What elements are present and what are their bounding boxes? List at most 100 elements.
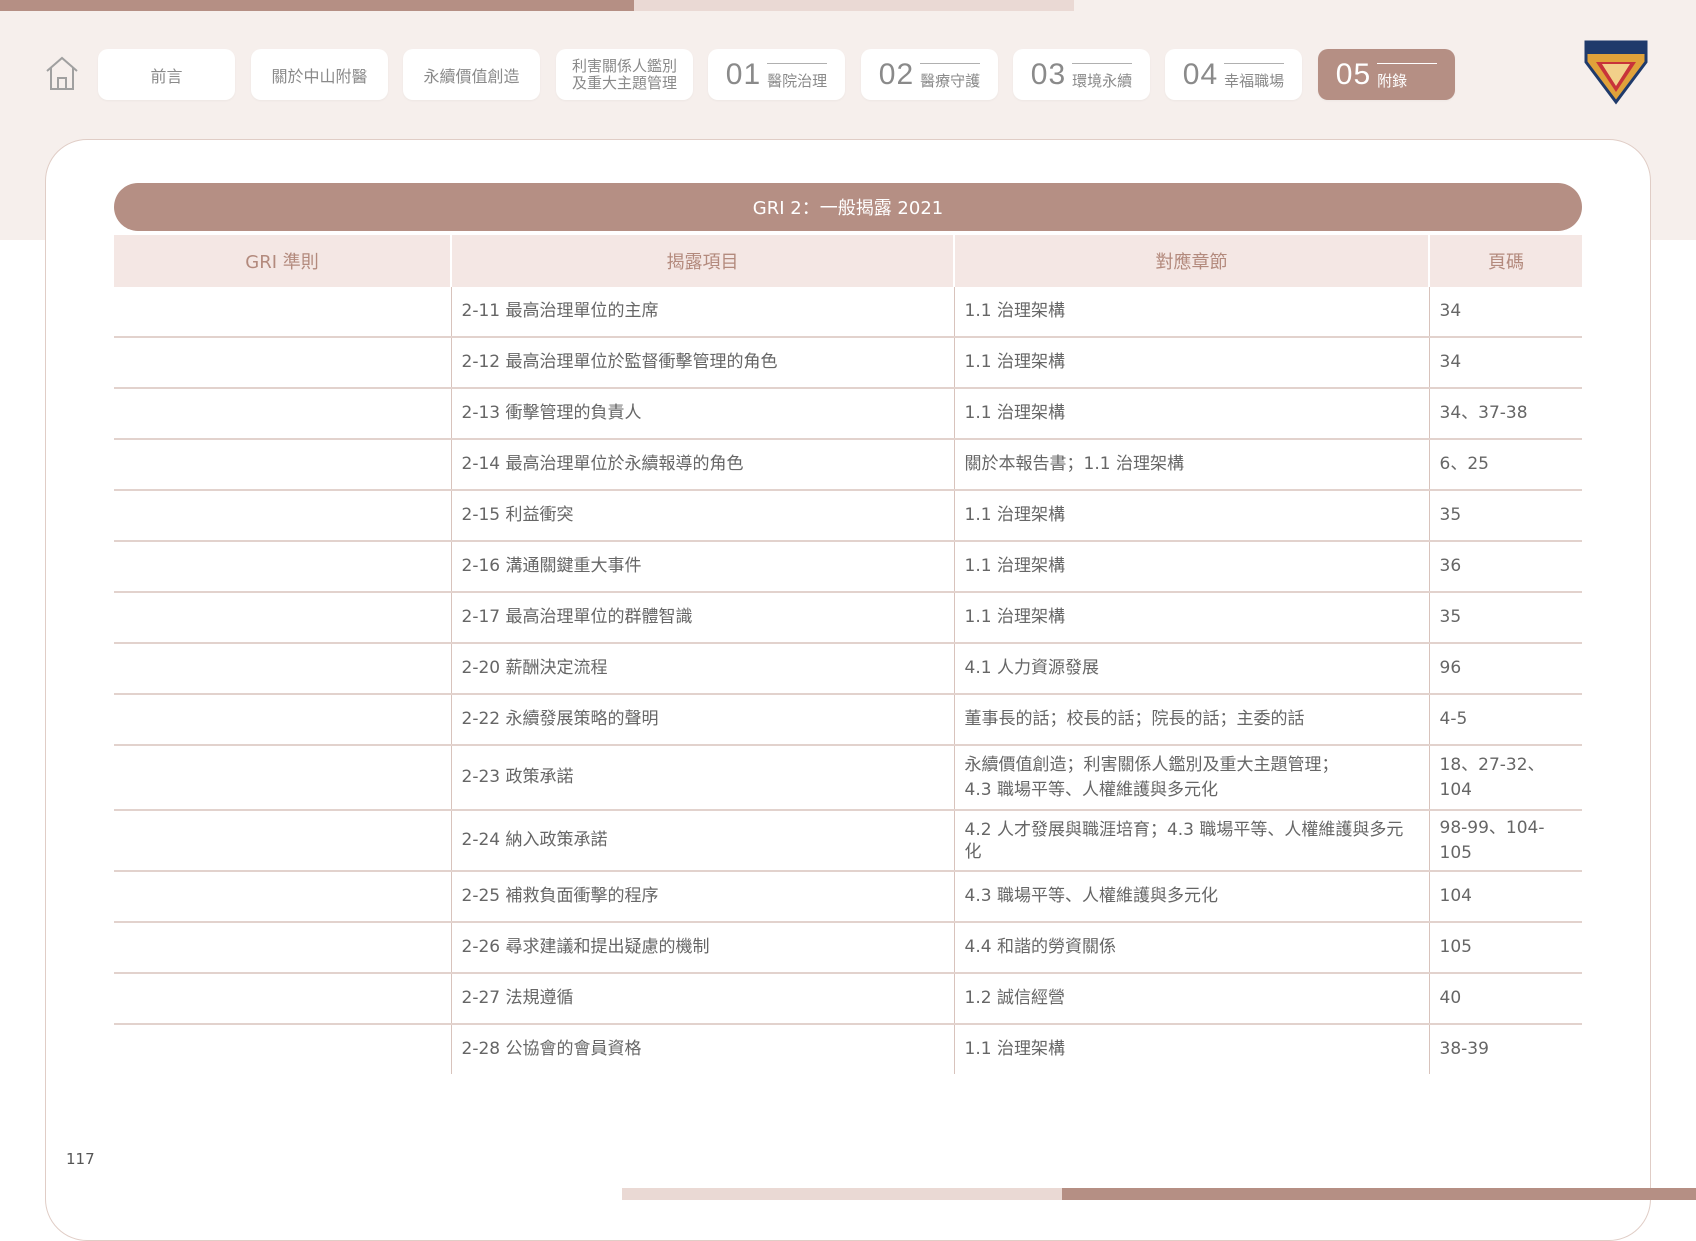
chapter-cell: 永續價值創造；利害關係人鑑別及重大主題管理； 4.3 職場平等、人權維護與多元化 xyxy=(953,745,1429,811)
gri-cell xyxy=(114,490,451,542)
page-cell: 35 xyxy=(1428,592,1582,644)
chapter-cell: 4.1 人力資源發展 xyxy=(953,643,1429,695)
nav-tab-about[interactable]: 關於中山附醫 xyxy=(251,49,388,100)
chapter-cell: 1.1 治理架構 xyxy=(953,337,1429,389)
bottom-accent-bar-light xyxy=(622,1188,1062,1200)
table-row: 2-16 溝通關鍵重大事件 1.1 治理架構 36 xyxy=(114,541,1582,593)
gri-table: GRI 準則 揭露項目 對應章節 頁碼 2-11 最高治理單位的主席 1.1 治理… xyxy=(114,235,1582,1074)
nav-tab-label: 醫療守護 xyxy=(920,63,981,91)
item-cell: 2-26 尋求建議和提出疑慮的機制 xyxy=(450,922,954,974)
table-title: GRI 2：一般揭露 2021 xyxy=(114,183,1582,231)
nav-tab-number: 01 xyxy=(725,57,762,91)
item-cell: 2-12 最高治理單位於監督衝擊管理的角色 xyxy=(450,337,954,389)
item-cell: 2-22 永續發展策略的聲明 xyxy=(450,694,954,746)
item-cell: 2-27 法規遵循 xyxy=(450,973,954,1025)
nav-tab-number: 02 xyxy=(878,57,915,91)
page-cell: 34 xyxy=(1428,287,1582,338)
page-cell: 34 xyxy=(1428,337,1582,389)
item-cell: 2-11 最高治理單位的主席 xyxy=(450,287,954,338)
chapter-cell: 1.1 治理架構 xyxy=(953,287,1429,338)
chapter-cell: 1.1 治理架構 xyxy=(953,592,1429,644)
item-cell: 2-14 最高治理單位於永續報導的角色 xyxy=(450,439,954,491)
table-header-row: GRI 準則 揭露項目 對應章節 頁碼 xyxy=(114,235,1582,287)
nav-tab-label: 永續價值創造 xyxy=(423,66,520,86)
chapter-cell: 4.4 和諧的勞資關係 xyxy=(953,922,1429,974)
item-cell: 2-28 公協會的會員資格 xyxy=(450,1024,954,1074)
nav-tab-number: 05 xyxy=(1335,57,1372,91)
gri-cell xyxy=(114,745,451,811)
gri-cell xyxy=(114,973,451,1025)
gri-cell xyxy=(114,871,451,923)
top-accent-bar-light xyxy=(634,0,1074,11)
table-row: 2-20 薪酬決定流程 4.1 人力資源發展 96 xyxy=(114,643,1582,695)
column-header-gri: GRI 準則 xyxy=(114,235,451,287)
chapter-cell: 董事長的話；校長的話；院長的話；主委的話 xyxy=(953,694,1429,746)
column-header-chapter: 對應章節 xyxy=(953,235,1429,287)
page-cell: 98-99、104-105 xyxy=(1428,810,1582,872)
page-number: 117 xyxy=(66,1150,95,1168)
top-accent-bar xyxy=(0,0,634,11)
gri-cell xyxy=(114,810,451,872)
chapter-cell: 關於本報告書；1.1 治理架構 xyxy=(953,439,1429,491)
table-row: 2-26 尋求建議和提出疑慮的機制 4.4 和諧的勞資關係 105 xyxy=(114,922,1582,974)
nav-tab-value[interactable]: 永續價值創造 xyxy=(403,49,540,100)
nav-tab-label-line1: 利害關係人鑑別 xyxy=(571,56,677,75)
gri-cell xyxy=(114,541,451,593)
item-cell: 2-13 衝擊管理的負責人 xyxy=(450,388,954,440)
nav-tab-number: 03 xyxy=(1030,57,1067,91)
nav-tab-label: 環境永續 xyxy=(1072,63,1133,91)
table-row: 2-24 納入政策承諾 4.2 人才發展與職涯培育；4.3 職場平等、人權維護與多… xyxy=(114,810,1582,872)
item-cell: 2-17 最高治理單位的群體智識 xyxy=(450,592,954,644)
nav-tab-03[interactable]: 03 環境永續 xyxy=(1013,49,1150,100)
nav-tab-02[interactable]: 02 醫療守護 xyxy=(861,49,998,100)
gri-cell xyxy=(114,337,451,389)
page-cell: 105 xyxy=(1428,922,1582,974)
nav-tab-label: 前言 xyxy=(150,66,183,86)
page-cell: 34、37-38 xyxy=(1428,388,1582,440)
table-row: 2-23 政策承諾 永續價值創造；利害關係人鑑別及重大主題管理； 4.3 職場平等… xyxy=(114,745,1582,811)
chapter-cell: 4.2 人才發展與職涯培育；4.3 職場平等、人權維護與多元化 xyxy=(953,810,1429,872)
gri-cell xyxy=(114,592,451,644)
column-header-page: 頁碼 xyxy=(1428,235,1582,287)
table-row: 2-13 衝擊管理的負責人 1.1 治理架構 34、37-38 xyxy=(114,388,1582,440)
chapter-cell: 1.1 治理架構 xyxy=(953,541,1429,593)
table-row: 2-11 最高治理單位的主席 1.1 治理架構 34 xyxy=(114,287,1582,338)
table-row: 2-15 利益衝突 1.1 治理架構 35 xyxy=(114,490,1582,542)
nav-tab-label: 附錄 xyxy=(1377,63,1438,91)
gri-cell xyxy=(114,439,451,491)
nav-tab-01[interactable]: 01 醫院治理 xyxy=(708,49,845,100)
nav-tab-preface[interactable]: 前言 xyxy=(98,49,235,100)
hospital-logo xyxy=(1582,36,1650,106)
bottom-accent-bar xyxy=(1062,1188,1696,1200)
nav-tab-label: 關於中山附醫 xyxy=(271,66,368,86)
page-cell: 36 xyxy=(1428,541,1582,593)
chapter-cell: 1.1 治理架構 xyxy=(953,1024,1429,1074)
table-row: 2-12 最高治理單位於監督衝擊管理的角色 1.1 治理架構 34 xyxy=(114,337,1582,389)
table-row: 2-17 最高治理單位的群體智識 1.1 治理架構 35 xyxy=(114,592,1582,644)
gri-cell xyxy=(114,694,451,746)
chapter-cell: 1.2 誠信經營 xyxy=(953,973,1429,1025)
page-cell: 40 xyxy=(1428,973,1582,1025)
nav-tab-label: 醫院治理 xyxy=(767,63,828,91)
page-cell: 35 xyxy=(1428,490,1582,542)
chapter-cell: 1.1 治理架構 xyxy=(953,490,1429,542)
page-cell: 18、27-32、104 xyxy=(1428,745,1582,811)
page-cell: 38-39 xyxy=(1428,1024,1582,1074)
page-cell: 4-5 xyxy=(1428,694,1582,746)
item-cell: 2-15 利益衝突 xyxy=(450,490,954,542)
nav-tab-stakeholder[interactable]: 利害關係人鑑別 及重大主題管理 xyxy=(556,49,693,100)
item-cell: 2-16 溝通關鍵重大事件 xyxy=(450,541,954,593)
item-cell: 2-23 政策承諾 xyxy=(450,745,954,811)
nav-tab-04[interactable]: 04 幸福職場 xyxy=(1165,49,1302,100)
gri-cell xyxy=(114,643,451,695)
nav-tab-label-line2: 及重大主題管理 xyxy=(571,73,677,92)
nav-tab-number: 04 xyxy=(1182,57,1219,91)
home-icon[interactable] xyxy=(44,54,80,92)
gri-cell xyxy=(114,922,451,974)
nav-tab-05-active[interactable]: 05 附錄 xyxy=(1318,49,1455,100)
table-row: 2-28 公協會的會員資格 1.1 治理架構 38-39 xyxy=(114,1024,1582,1074)
gri-cell xyxy=(114,388,451,440)
page-cell: 96 xyxy=(1428,643,1582,695)
column-header-item: 揭露項目 xyxy=(450,235,954,287)
item-cell: 2-20 薪酬決定流程 xyxy=(450,643,954,695)
